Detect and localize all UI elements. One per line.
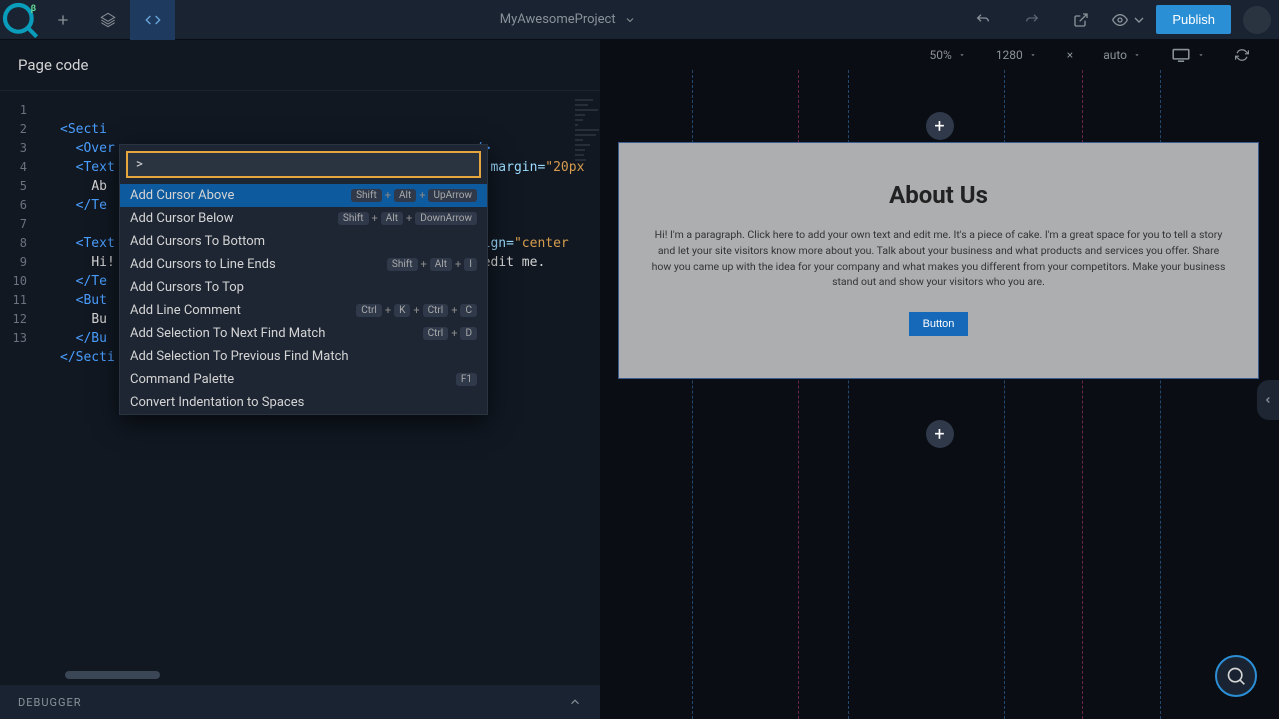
- add-section-below-button[interactable]: +: [926, 420, 954, 448]
- palette-item[interactable]: Add Cursors To Top: [120, 276, 487, 299]
- palette-item[interactable]: Add Cursors to Line Ends Shift+Alt+I: [120, 253, 487, 276]
- preview-button[interactable]: Button: [909, 312, 969, 336]
- palette-item[interactable]: Add Cursors To Bottom: [120, 230, 487, 253]
- palette-item[interactable]: Add Cursor Above Shift+Alt+UpArrow: [120, 184, 487, 207]
- code-button[interactable]: [130, 0, 175, 40]
- undo-button[interactable]: [960, 0, 1005, 40]
- palette-item-label: Add Cursors To Bottom: [130, 234, 265, 249]
- chevron-down-icon: [624, 14, 636, 26]
- shortcut: Ctrl+D: [423, 327, 477, 340]
- chevron-up-icon: [568, 695, 582, 709]
- shortcut: Ctrl+K+Ctrl+C: [356, 304, 477, 317]
- project-name: MyAwesomeProject: [500, 12, 616, 27]
- redo-button[interactable]: [1009, 0, 1054, 40]
- logo-icon[interactable]: β: [0, 0, 40, 40]
- code-panel: Page code 12345678910111213 <Secti <Over…: [0, 40, 600, 719]
- palette-item-label: Add Line Comment: [130, 303, 241, 318]
- command-input[interactable]: [126, 151, 481, 178]
- preview-paragraph[interactable]: Hi! I'm a paragraph. Click here to add y…: [649, 227, 1228, 290]
- preview-button[interactable]: [1107, 0, 1152, 40]
- avatar[interactable]: [1243, 6, 1271, 34]
- palette-item[interactable]: Add Selection To Next Find Match Ctrl+D: [120, 322, 487, 345]
- expand-panel-handle[interactable]: [1257, 380, 1279, 420]
- preview-heading[interactable]: About Us: [889, 181, 988, 209]
- horizontal-scrollbar[interactable]: [65, 671, 160, 679]
- dimension-separator: ×: [1067, 48, 1073, 62]
- shortcut: F1: [456, 373, 477, 386]
- palette-item-label: Command Palette: [130, 372, 234, 387]
- top-toolbar: β MyAwesomeProject Publish: [0, 0, 1279, 40]
- project-selector[interactable]: MyAwesomeProject: [175, 12, 960, 27]
- preview-section[interactable]: About Us Hi! I'm a paragraph. Click here…: [618, 142, 1259, 379]
- palette-item-label: Add Cursor Above: [130, 188, 234, 203]
- external-link-button[interactable]: [1058, 0, 1103, 40]
- line-gutter: 12345678910111213: [0, 101, 35, 348]
- palette-item-label: Convert Indentation to Spaces: [130, 395, 304, 410]
- palette-item-label: Add Selection To Next Find Match: [130, 326, 325, 341]
- height-input[interactable]: auto: [1103, 48, 1141, 62]
- debugger-label: DEBUGGER: [18, 696, 81, 709]
- preview-canvas[interactable]: + About Us Hi! I'm a paragraph. Click he…: [600, 70, 1279, 719]
- command-palette: Add Cursor AboveShift+Alt+UpArrowAdd Cur…: [119, 144, 488, 415]
- publish-button[interactable]: Publish: [1156, 5, 1231, 34]
- shortcut: Shift+Alt+DownArrow: [338, 212, 477, 225]
- palette-item-label: Add Selection To Previous Find Match: [130, 349, 349, 364]
- palette-item[interactable]: Convert Indentation to Spaces: [120, 391, 487, 414]
- layers-button[interactable]: [85, 0, 130, 40]
- device-selector[interactable]: [1171, 48, 1205, 62]
- zoom-selector[interactable]: 50%: [930, 48, 966, 62]
- palette-item[interactable]: Add Line Comment Ctrl+K+Ctrl+C: [120, 299, 487, 322]
- page-title: Page code: [0, 40, 600, 91]
- shortcut: Shift+Alt+I: [387, 258, 477, 271]
- add-section-above-button[interactable]: +: [926, 112, 954, 140]
- palette-item[interactable]: Command Palette F1: [120, 368, 487, 391]
- palette-item[interactable]: Add Selection To Previous Find Match: [120, 345, 487, 368]
- help-button[interactable]: [1215, 655, 1257, 697]
- palette-item-label: Add Cursor Below: [130, 211, 234, 226]
- width-input[interactable]: 1280: [996, 48, 1037, 62]
- preview-panel: 50% 1280 × auto + About Us Hi! I'm a par…: [600, 40, 1279, 719]
- refresh-button[interactable]: [1235, 48, 1249, 62]
- palette-item[interactable]: Add Cursor Below Shift+Alt+DownArrow: [120, 207, 487, 230]
- palette-item-label: Add Cursors to Line Ends: [130, 257, 276, 272]
- shortcut: Shift+Alt+UpArrow: [351, 189, 477, 202]
- viewport-toolbar: 50% 1280 × auto: [600, 40, 1279, 70]
- add-button[interactable]: [40, 0, 85, 40]
- minimap[interactable]: [575, 99, 600, 299]
- palette-item-label: Add Cursors To Top: [130, 280, 244, 295]
- debugger-bar[interactable]: DEBUGGER: [0, 685, 600, 719]
